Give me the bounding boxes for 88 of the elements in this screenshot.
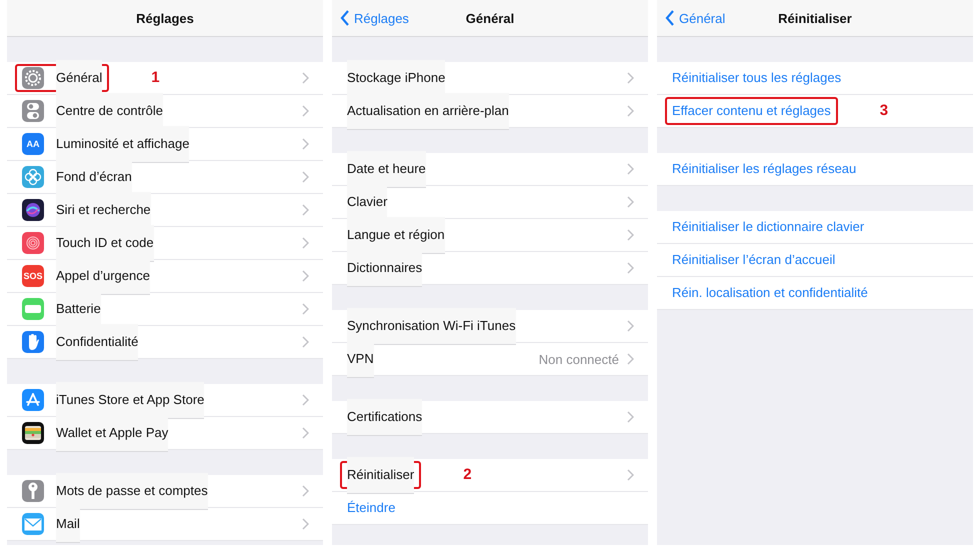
step-number: 1 (151, 69, 160, 87)
settings-row[interactable]: Confidentialité (7, 326, 323, 359)
settings-row[interactable]: Certifications (332, 401, 648, 434)
settings-row[interactable]: Actualisation en arrière-plan (332, 95, 648, 128)
action-label: Réin. localisation et confidentialité (672, 285, 868, 301)
row-label: Réinitialiser (347, 456, 414, 494)
settings-row[interactable]: Langue et région (332, 219, 648, 252)
settings-row[interactable]: Stockage iPhone (332, 62, 648, 95)
chevron-icon (627, 196, 634, 208)
action-label: Effacer contenu et réglages (672, 103, 831, 119)
back-button[interactable]: Réglages (340, 10, 409, 26)
settings-row[interactable]: Réinitialiser 2 (332, 459, 648, 492)
settings-row[interactable]: AA Luminosité et affichage (7, 128, 323, 161)
chevron-icon (627, 105, 634, 117)
row-label: Actualisation en arrière-plan (347, 92, 509, 130)
settings-row[interactable]: iTunes Store et App Store (7, 384, 323, 417)
row-value: Non connecté (538, 352, 619, 366)
battery-icon (22, 298, 44, 320)
chevron-icon (302, 204, 309, 216)
key-icon (22, 480, 44, 502)
settings-row[interactable]: Touch ID et code (7, 227, 323, 260)
chevron-icon (627, 469, 634, 481)
chevron-icon (627, 262, 634, 274)
row-label: Luminosité et affichage (56, 126, 190, 162)
settings-row[interactable]: Centre de contrôle (7, 95, 323, 128)
chevron-icon (627, 163, 634, 175)
chevron-icon (302, 138, 309, 150)
row-label: Date et heure (347, 150, 426, 188)
chevron-icon (627, 411, 634, 423)
chevron-icon (302, 303, 309, 315)
text-size-icon: AA (22, 133, 44, 155)
settings-row[interactable]: Dictionnaires (332, 252, 648, 285)
row-label: Mots de passe et comptes (56, 472, 208, 510)
chevron-icon (627, 72, 634, 84)
chevron-icon (302, 171, 309, 183)
back-chevron-icon (665, 10, 675, 26)
row-label: iTunes Store et App Store (56, 382, 204, 418)
row-label: Synchronisation Wi-Fi iTunes (347, 308, 516, 344)
row-label: Confidentialité (56, 324, 138, 360)
settings-row[interactable]: Mots de passe et comptes (7, 475, 323, 508)
settings-row[interactable]: Fond d’écran (7, 161, 323, 194)
chevron-icon (302, 237, 309, 249)
toggles-icon (22, 100, 44, 122)
chevron-icon (627, 320, 634, 332)
settings-row[interactable]: Wallet et Apple Pay (7, 417, 323, 450)
chevron-icon (302, 336, 309, 348)
chevron-icon (302, 72, 309, 84)
chevron-icon (302, 427, 309, 439)
chevron-icon (302, 105, 309, 117)
row-label: Langue et région (347, 216, 445, 254)
back-button[interactable]: Général (665, 10, 726, 26)
screen-title: Réglages (136, 10, 194, 26)
settings-row[interactable]: Clavier (332, 186, 648, 219)
step-number: 3 (880, 102, 888, 120)
step-number: 2 (463, 466, 472, 484)
chevron-icon (627, 353, 634, 365)
action-label: Éteindre (347, 500, 396, 516)
mail-icon (22, 513, 44, 535)
action-label: Réinitialiser l’écran d’accueil (672, 252, 836, 268)
chevron-icon (627, 229, 634, 241)
screen-title: Réinitialiser (778, 10, 852, 26)
fingerprint-icon (22, 232, 44, 254)
chevron-icon (302, 270, 309, 282)
chevron-icon (302, 394, 309, 406)
chevron-icon (302, 485, 309, 497)
settings-row[interactable]: SOS Appel d’urgence (7, 260, 323, 293)
settings-row[interactable]: Général 1 (7, 62, 323, 95)
app-store-icon (22, 389, 44, 411)
settings-row[interactable]: Mail (7, 508, 323, 541)
screen-title: Général (466, 10, 514, 26)
sos-icon: SOS (22, 265, 44, 287)
settings-row[interactable]: Date et heure (332, 153, 648, 186)
action-label: Réinitialiser tous les réglages (672, 70, 842, 86)
gear-icon (22, 67, 44, 89)
flower-icon (22, 166, 44, 188)
back-chevron-icon (340, 10, 350, 26)
orb-icon (22, 199, 44, 221)
row-label: Certifications (347, 398, 422, 436)
action-label: Réinitialiser les réglages réseau (672, 161, 856, 177)
wallet-icon (22, 422, 44, 444)
settings-row[interactable]: Synchronisation Wi-Fi iTunes (332, 310, 648, 343)
action-label: Réinitialiser le dictionnaire clavier (672, 219, 864, 235)
settings-row[interactable]: Batterie (7, 293, 323, 326)
settings-row[interactable]: Siri et recherche (7, 194, 323, 227)
settings-row[interactable]: Effacer contenu et réglages 3 (657, 95, 973, 128)
chevron-icon (302, 518, 309, 530)
settings-row[interactable]: VPN Non connecté (332, 343, 648, 376)
hand-icon (22, 331, 44, 353)
